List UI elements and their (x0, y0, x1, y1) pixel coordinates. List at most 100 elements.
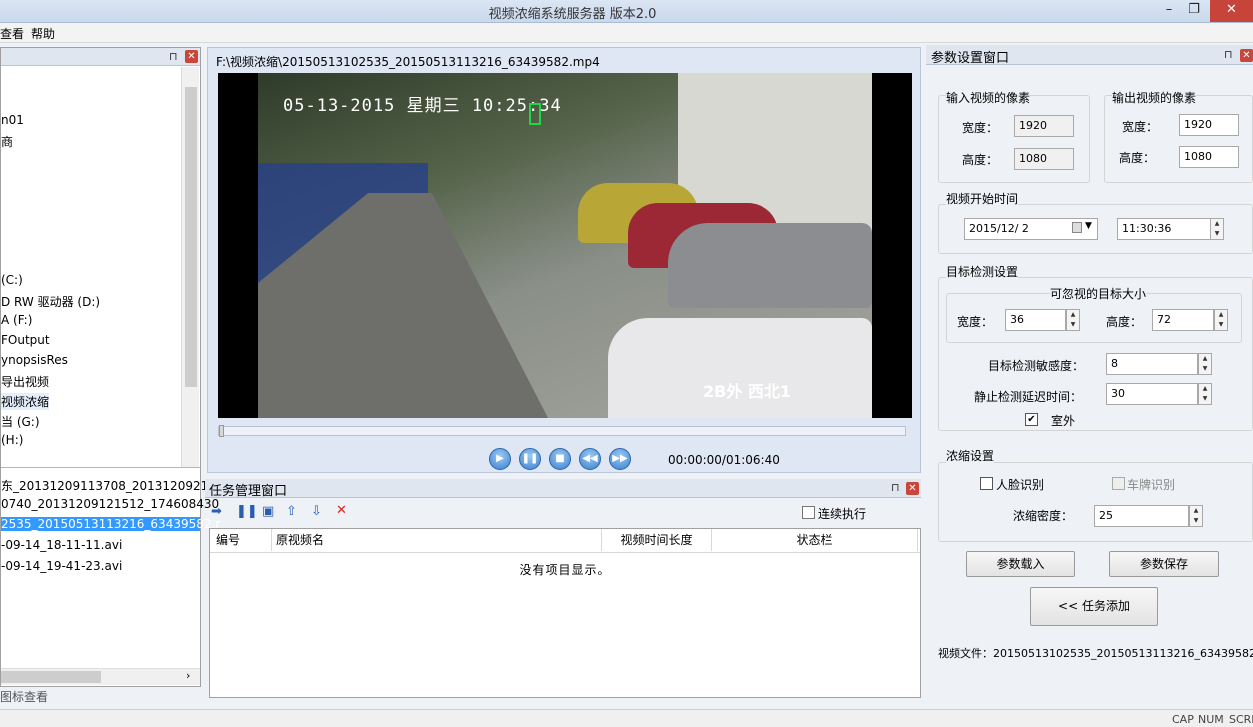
tree-scrollbar[interactable] (181, 67, 199, 467)
params-title: 参数设置窗口 (931, 51, 1010, 66)
column-header[interactable]: 编号 (210, 529, 272, 551)
load-params-button[interactable]: 参数载入 (966, 551, 1075, 577)
ign-width-spinner[interactable]: ▲ ▼ (1066, 309, 1080, 331)
move-down-icon[interactable]: ⇩ (311, 504, 322, 519)
scroll-thumb[interactable] (185, 87, 197, 387)
density-spinner[interactable]: ▲ ▼ (1189, 505, 1203, 527)
hscroll-thumb[interactable] (1, 671, 101, 683)
plate-label: 车牌识别 (1127, 478, 1176, 492)
save-params-button[interactable]: 参数保存 (1109, 551, 1219, 577)
delay-spinner[interactable]: ▲ ▼ (1198, 383, 1212, 405)
list-item[interactable]: -09-14_18-11-11.avi (1, 538, 122, 552)
in-height-field[interactable]: 1080 (1014, 148, 1074, 170)
pin-icon[interactable]: ⊓ (891, 481, 900, 494)
close-button[interactable]: ✕ (1210, 0, 1253, 22)
scroll-indicator: SCRL (1229, 713, 1253, 726)
tree-item[interactable]: ynopsisRes (1, 353, 68, 367)
ign-width-field[interactable]: 36 (1005, 309, 1066, 331)
task-toolbar: ➡ ❚❚ ▣ ⇧ ⇩ ✕ 连续执行 (205, 501, 921, 525)
scroll-right-icon[interactable]: › (186, 669, 190, 682)
tree-item[interactable]: A (F:) (1, 313, 32, 327)
ign-height-spinner[interactable]: ▲ ▼ (1214, 309, 1228, 331)
tree-item[interactable]: 视频浓缩 (1, 393, 50, 410)
add-task-button[interactable]: << 任务添加 (1030, 587, 1158, 626)
horizontal-scrollbar[interactable]: › (1, 668, 200, 685)
delay-field[interactable]: 30 (1106, 383, 1198, 405)
calendar-icon[interactable] (1072, 222, 1082, 233)
video-file-label: 视频文件：20150513102535_20150513113216_63439… (938, 647, 1253, 660)
camera-label-overlay: 2B外 西北1 (703, 382, 792, 401)
task-header: 任务管理窗口 ⊓ ✕ (205, 479, 921, 499)
face-label: 人脸识别 (996, 478, 1045, 492)
seek-bar[interactable] (218, 425, 906, 437)
pin-icon[interactable]: ⊓ (169, 50, 178, 63)
seek-thumb[interactable] (219, 425, 224, 437)
start-time-field[interactable]: 11:30:36 (1117, 218, 1211, 240)
window-title: 视频浓缩系统服务器 版本2.0 (488, 7, 657, 22)
task-list: 编号 原视频名 视频时间长度 状态栏 没有项目显示。 (209, 528, 921, 698)
stop-icon[interactable]: ■ (549, 448, 571, 470)
play-icon[interactable]: ▶ (489, 448, 511, 470)
sensitivity-field[interactable]: 8 (1106, 353, 1198, 375)
start-time-label: 视频开始时间 (946, 190, 1019, 207)
pin-icon[interactable]: ⊓ (1224, 48, 1233, 61)
out-height-field[interactable]: 1080 (1179, 146, 1239, 168)
maximize-button[interactable]: ❐ (1185, 0, 1203, 22)
tree-item[interactable]: D RW 驱动器 (D:) (1, 293, 100, 310)
tree-item[interactable]: (C:) (1, 273, 23, 287)
tree-item[interactable]: 导出视频 (1, 373, 49, 390)
face-checkbox[interactable] (980, 477, 993, 490)
explorer-panel: ⊓ ✕ n01 商 (C:) D RW 驱动器 (D:) A (F:) FOut… (0, 47, 224, 687)
list-item-selected[interactable]: 2535_20150513113216_63439582.r (1, 517, 220, 531)
out-width-field[interactable]: 1920 (1179, 114, 1239, 136)
list-item[interactable]: 0740_20131209121512_174608430 (1, 497, 219, 511)
close-icon[interactable]: ✕ (1240, 49, 1253, 62)
close-icon[interactable]: ✕ (185, 50, 198, 63)
continuous-checkbox[interactable] (802, 506, 815, 519)
tree-item[interactable]: FOutput (1, 333, 50, 347)
ign-height-field[interactable]: 72 (1152, 309, 1214, 331)
menu-help[interactable]: 帮助 (31, 25, 55, 42)
tree-item[interactable]: (H:) (1, 433, 23, 447)
fast-forward-icon[interactable]: ▶▶ (609, 448, 631, 470)
move-up-icon[interactable]: ⇧ (286, 504, 297, 519)
minimize-button[interactable]: – (1160, 0, 1178, 22)
input-group-label: 输入视频的像素 (946, 89, 1031, 106)
file-list: 东_20131209113708_201312092104 0740_20131… (1, 473, 224, 668)
menu-view[interactable]: 查看 (0, 25, 24, 42)
pause-task-icon[interactable]: ❚❚ (236, 504, 258, 519)
outdoor-checkbox[interactable]: ✔ (1025, 413, 1038, 426)
column-header[interactable]: 状态栏 (712, 529, 918, 551)
playback-time: 00:00:00/01:06:40 (668, 453, 780, 467)
column-header[interactable]: 原视频名 (272, 529, 602, 551)
sensitivity-label: 目标检测敏感度： (988, 359, 1085, 373)
tree-item[interactable]: n01 (1, 113, 24, 127)
output-group-label: 输出视频的像素 (1112, 89, 1197, 106)
dropdown-arrow-icon[interactable]: ▼ (1085, 221, 1092, 231)
in-width-label: 宽度： (962, 121, 999, 135)
start-task-icon[interactable]: ➡ (211, 504, 222, 519)
out-width-label: 宽度： (1122, 120, 1159, 134)
density-field[interactable]: 25 (1094, 505, 1189, 527)
list-item[interactable]: -09-14_19-41-23.avi (1, 559, 122, 573)
column-header[interactable]: 视频时间长度 (602, 529, 712, 551)
stop-task-icon[interactable]: ▣ (262, 504, 274, 519)
continuous-label: 连续执行 (818, 507, 867, 521)
outdoor-label: 室外 (1051, 414, 1076, 428)
delete-task-icon[interactable]: ✕ (336, 503, 347, 518)
folder-tree: n01 商 (C:) D RW 驱动器 (D:) A (F:) FOutput … (1, 67, 200, 468)
tree-item[interactable]: 商 (1, 133, 13, 150)
menu-bar: 查看 帮助 (0, 23, 1253, 43)
time-spinner[interactable]: ▲ ▼ (1210, 218, 1224, 240)
sensitivity-spinner[interactable]: ▲ ▼ (1198, 353, 1212, 375)
icon-view-tab[interactable]: 图标查看 (0, 688, 48, 705)
rewind-icon[interactable]: ◀◀ (579, 448, 601, 470)
params-panel: 参数设置窗口 ⊓ ✕ 输入视频的像素 宽度： 1920 高度： 1080 输出视… (926, 45, 1253, 709)
list-item[interactable]: 东_20131209113708_201312092104 (1, 477, 224, 494)
plate-checkbox[interactable] (1112, 477, 1125, 490)
in-width-field[interactable]: 1920 (1014, 115, 1074, 137)
tree-item[interactable]: 当 (G:) (1, 413, 40, 430)
video-frame[interactable]: 05-13-2015 星期三 10:25:34 2B外 西北1 (218, 73, 912, 418)
pause-icon[interactable]: ❚❚ (519, 448, 541, 470)
close-icon[interactable]: ✕ (906, 482, 919, 495)
